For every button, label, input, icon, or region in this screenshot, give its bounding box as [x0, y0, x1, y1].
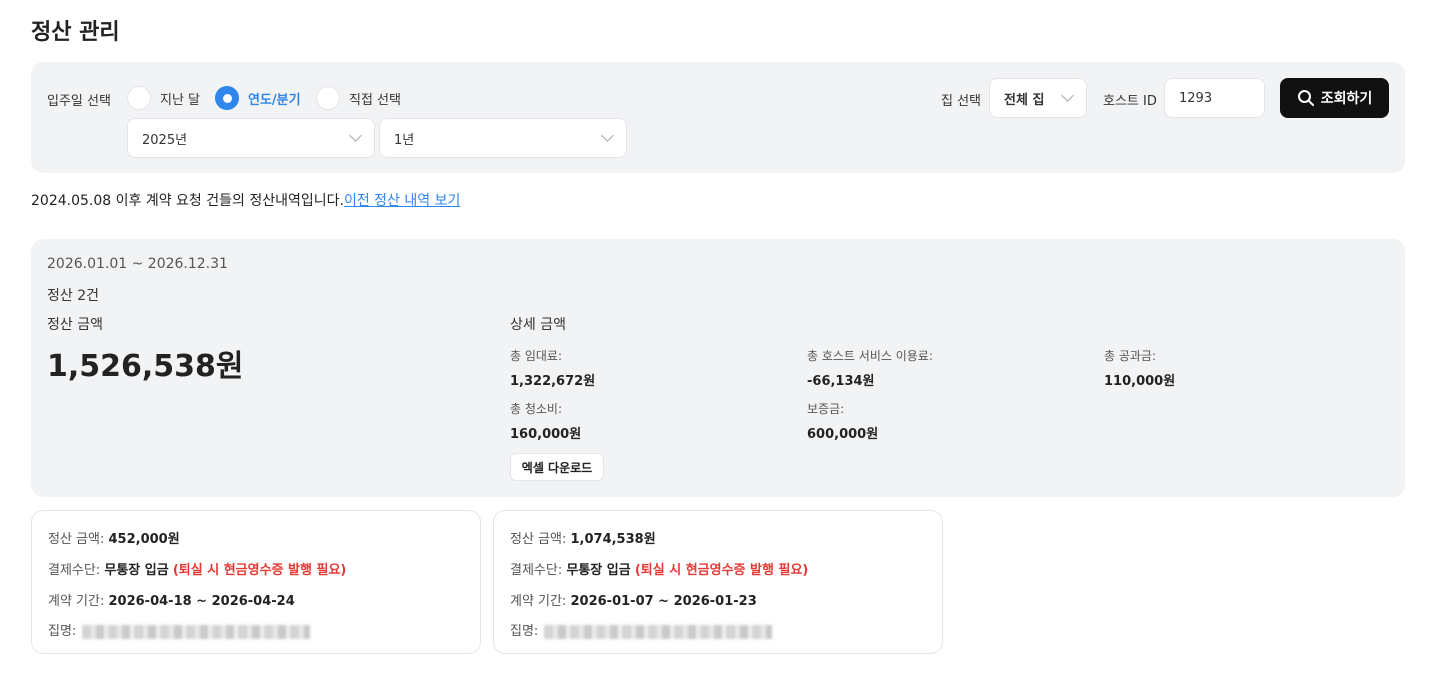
- radio-label: 연도/분기: [248, 92, 301, 108]
- card-period-label: 계약 기간:: [510, 594, 567, 609]
- previous-history-link[interactable]: 이전 정산 내역 보기: [344, 193, 460, 209]
- radio-circle: [316, 86, 340, 110]
- period-select[interactable]: 1년: [379, 118, 627, 158]
- card-payment-label: 결제수단:: [48, 563, 101, 578]
- year-select[interactable]: 2025년: [127, 118, 375, 158]
- radio-year-quarter[interactable]: 연도/분기: [215, 86, 301, 110]
- detail-title: 상세 금액: [510, 317, 566, 333]
- card-period-row: 계약 기간: 2026-01-07 ~ 2026-01-23: [510, 590, 757, 609]
- detail-value-utilities: 110,000원: [1104, 374, 1176, 389]
- card-period-label: 계약 기간:: [48, 594, 105, 609]
- card-payment: 무통장 입금: [104, 563, 169, 578]
- chevron-down-icon: [601, 129, 614, 142]
- house-select-label: 집 선택: [941, 94, 982, 109]
- chevron-down-icon: [349, 129, 362, 142]
- card-house-label: 집명:: [510, 624, 539, 639]
- detail-value-rent: 1,322,672원: [510, 374, 596, 389]
- search-button-label: 조회하기: [1320, 91, 1373, 107]
- radio-label: 직접 선택: [349, 92, 401, 108]
- card-payment: 무통장 입금: [566, 563, 631, 578]
- card-period-row: 계약 기간: 2026-04-18 ~ 2026-04-24: [48, 590, 295, 609]
- detail-label-service-fee: 총 호스트 서비스 이용료:: [807, 349, 933, 363]
- detail-label-utilities: 총 공과금:: [1104, 349, 1157, 363]
- radio-circle: [127, 86, 151, 110]
- card-amount-row: 정산 금액: 452,000원: [48, 528, 180, 547]
- house-select[interactable]: 전체 집: [989, 78, 1087, 118]
- search-icon: [1297, 90, 1314, 106]
- period-select-value: 1년: [394, 132, 415, 148]
- summary-count: 정산 2건: [47, 288, 99, 304]
- card-amount-row: 정산 금액: 1,074,538원: [510, 528, 656, 547]
- page-title: 정산 관리: [31, 20, 120, 45]
- summary-panel: 2026.01.01 ~ 2026.12.31 정산 2건 정산 금액 1,52…: [31, 239, 1405, 497]
- card-payment-row: 결제수단: 무통장 입금 (퇴실 시 현금영수증 발행 필요): [510, 559, 808, 578]
- summary-amount-label: 정산 금액: [47, 317, 103, 333]
- card-payment-label: 결제수단:: [510, 563, 563, 578]
- detail-value-service-fee: -66,134원: [807, 374, 875, 389]
- card-period: 2026-04-18 ~ 2026-04-24: [108, 594, 295, 609]
- card-house-row: 집명:: [48, 620, 311, 639]
- notice: 2024.05.08 이후 계약 요청 건들의 정산내역입니다.이전 정산 내역…: [31, 190, 460, 210]
- card-period: 2026-01-07 ~ 2026-01-23: [570, 594, 757, 609]
- redacted-house-name: [544, 624, 773, 639]
- host-id-label: 호스트 ID: [1103, 94, 1157, 109]
- notice-text: 2024.05.08 이후 계약 요청 건들의 정산내역입니다.: [31, 193, 344, 209]
- radio-last-month[interactable]: 지난 달: [127, 86, 200, 110]
- card-house-row: 집명:: [510, 620, 773, 639]
- card-payment-note: (퇴실 시 현금영수증 발행 필요): [172, 563, 347, 578]
- radio-custom[interactable]: 직접 선택: [316, 86, 401, 110]
- card-house-label: 집명:: [48, 624, 77, 639]
- filter-panel: 입주일 선택 지난 달 연도/분기 직접 선택 2025년 1년 집 선택 전체…: [31, 62, 1405, 173]
- checkin-date-label: 입주일 선택: [47, 94, 111, 109]
- redacted-house-name: [82, 624, 311, 639]
- host-id-input[interactable]: [1164, 78, 1265, 118]
- excel-download-button[interactable]: 엑셀 다운로드: [510, 453, 604, 481]
- radio-circle: [215, 86, 239, 110]
- year-select-value: 2025년: [142, 132, 188, 148]
- card-amount: 1,074,538원: [570, 532, 656, 547]
- summary-period: 2026.01.01 ~ 2026.12.31: [47, 256, 228, 272]
- detail-label-deposit: 보증금:: [807, 402, 845, 416]
- card-amount-label: 정산 금액:: [510, 532, 567, 547]
- house-select-value: 전체 집: [1004, 92, 1045, 108]
- settlement-card[interactable]: 정산 금액: 452,000원 결제수단: 무통장 입금 (퇴실 시 현금영수증…: [31, 510, 481, 654]
- detail-label-rent: 총 임대료:: [510, 349, 563, 363]
- search-button[interactable]: 조회하기: [1280, 78, 1389, 118]
- chevron-down-icon: [1061, 89, 1074, 102]
- detail-value-deposit: 600,000원: [807, 427, 879, 442]
- detail-label-cleaning: 총 청소비:: [510, 402, 563, 416]
- settlement-card[interactable]: 정산 금액: 1,074,538원 결제수단: 무통장 입금 (퇴실 시 현금영…: [493, 510, 943, 654]
- card-amount-label: 정산 금액:: [48, 532, 105, 547]
- detail-value-cleaning: 160,000원: [510, 427, 582, 442]
- summary-amount: 1,526,538원: [47, 349, 244, 384]
- card-amount: 452,000원: [108, 532, 180, 547]
- card-payment-note: (퇴실 시 현금영수증 발행 필요): [634, 563, 809, 578]
- card-payment-row: 결제수단: 무통장 입금 (퇴실 시 현금영수증 발행 필요): [48, 559, 346, 578]
- radio-label: 지난 달: [160, 92, 201, 108]
